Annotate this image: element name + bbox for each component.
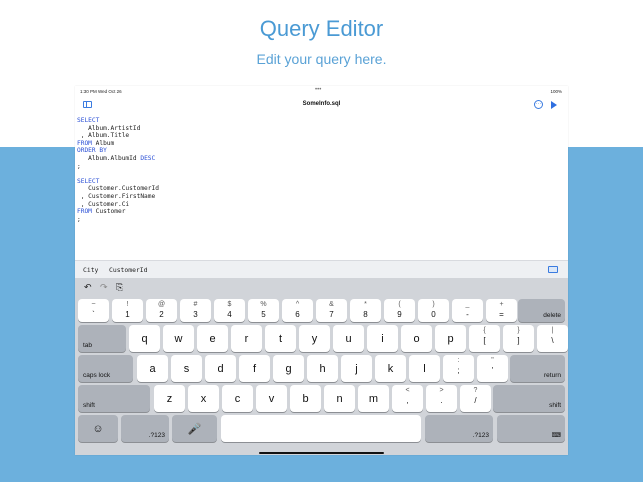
marketing-subline: Edit your query here. xyxy=(256,51,387,67)
key-5[interactable]: % 5 xyxy=(248,299,279,322)
emoji-key[interactable]: ☺ xyxy=(78,415,118,442)
nav-bar: SomeInfo.sql ··· xyxy=(75,97,568,113)
microphone-key[interactable]: 🎤 xyxy=(172,415,217,442)
status-bar: 1:30 PM Wed Oct 26 ••• 100% xyxy=(75,86,568,96)
undo-icon[interactable]: ↶ xyxy=(84,282,92,293)
key-\[interactable]: | \ xyxy=(537,325,568,352)
battery-indicator: 100% xyxy=(550,89,562,94)
key-.[interactable]: >. xyxy=(426,385,457,412)
code-line[interactable]: Customer.CustomerId xyxy=(77,185,557,193)
suggestion-customerid[interactable]: CustomerId xyxy=(109,266,147,274)
key-w[interactable]: w xyxy=(163,325,194,352)
shift-left-key[interactable]: shift xyxy=(78,385,150,412)
key-z[interactable]: z xyxy=(154,385,185,412)
keyboard-icon[interactable] xyxy=(548,266,558,273)
key-v[interactable]: v xyxy=(256,385,287,412)
key-0[interactable]: ) 0 xyxy=(418,299,449,322)
code-line[interactable]: , Album.Title xyxy=(77,132,557,140)
marketing-headline: Query Editor xyxy=(259,16,384,41)
key-][interactable]: }] xyxy=(503,325,534,352)
key-h[interactable]: h xyxy=(307,355,338,382)
suggestion-city[interactable]: City xyxy=(83,266,98,274)
key-4[interactable]: $4 xyxy=(214,299,245,322)
key-6[interactable]: ^ 6 xyxy=(282,299,313,322)
code-line[interactable]: ; xyxy=(77,163,557,171)
code-line[interactable]: ; xyxy=(77,216,557,224)
code-line[interactable]: SELECT xyxy=(77,117,557,125)
autocomplete-bar: City CustomerId xyxy=(75,260,568,278)
key-p[interactable]: p xyxy=(435,325,466,352)
key-'[interactable]: " ' xyxy=(477,355,508,382)
keyboard-toolbar: ↶ ↷ ⎘ xyxy=(75,278,568,298)
code-line[interactable] xyxy=(77,170,557,178)
space-key[interactable] xyxy=(221,415,421,442)
key-c[interactable]: c xyxy=(222,385,253,412)
numbers-left-key[interactable]: .?123 xyxy=(121,415,169,442)
key-n[interactable]: n xyxy=(324,385,355,412)
key-8[interactable]: * 8 xyxy=(350,299,381,322)
multitasking-dots[interactable]: ••• xyxy=(315,87,321,93)
code-line[interactable]: SELECT xyxy=(77,178,557,186)
key-t[interactable]: t xyxy=(265,325,296,352)
key-i[interactable]: i xyxy=(367,325,398,352)
key-j[interactable]: j xyxy=(341,355,372,382)
code-line[interactable]: , Customer.Ci xyxy=(77,201,557,209)
key-3[interactable]: #3 xyxy=(180,299,211,322)
key-q[interactable]: q xyxy=(129,325,160,352)
dismiss-keyboard-key[interactable]: ⌨ xyxy=(497,415,565,442)
key-[[interactable]: {[ xyxy=(469,325,500,352)
device-screen: 1:30 PM Wed Oct 26 ••• 100% SomeInfo.sql… xyxy=(75,86,568,455)
ellipsis-circle-icon[interactable]: ··· xyxy=(534,100,543,109)
code-line[interactable]: , Customer.FirstName xyxy=(77,193,557,201)
software-keyboard: ↶ ↷ ⎘ ~ `! 1 @2 #3 $4% 5 ^ 6 & 7 * 8(9) 0 _ - + = delete ta… xyxy=(75,278,568,455)
sql-editor[interactable]: SELECT Album.ArtistId , Album.Title FROM … xyxy=(77,117,557,223)
numbers-right-key[interactable]: .?123 xyxy=(425,415,493,442)
key-f[interactable]: f xyxy=(239,355,270,382)
key-/[interactable]: ? / xyxy=(460,385,491,412)
key-9[interactable]: (9 xyxy=(384,299,415,322)
code-line[interactable]: Album.ArtistId xyxy=(77,125,557,133)
code-line[interactable]: FROM Album xyxy=(77,140,557,148)
screenshot-root: Query Editor Edit your query here. 1:30 … xyxy=(0,0,643,482)
key-l[interactable]: l xyxy=(409,355,440,382)
return-key[interactable]: return xyxy=(510,355,565,382)
key-2[interactable]: @2 xyxy=(146,299,177,322)
key-e[interactable]: e xyxy=(197,325,228,352)
tab-key[interactable]: tab xyxy=(78,325,126,352)
key-g[interactable]: g xyxy=(273,355,304,382)
key-,[interactable]: <, xyxy=(392,385,423,412)
code-line[interactable]: FROM Customer xyxy=(77,208,557,216)
key-x[interactable]: x xyxy=(188,385,219,412)
key-m[interactable]: m xyxy=(358,385,389,412)
document-title: SomeInfo.sql xyxy=(302,101,341,107)
code-line[interactable]: Album.AlbumId DESC xyxy=(77,155,557,163)
redo-icon[interactable]: ↷ xyxy=(100,282,108,293)
key-1[interactable]: ! 1 xyxy=(112,299,143,322)
key-y[interactable]: y xyxy=(299,325,330,352)
delete-key[interactable]: delete xyxy=(518,299,565,322)
paste-icon[interactable]: ⎘ xyxy=(116,282,123,293)
caps-lock-key[interactable]: caps lock xyxy=(78,355,133,382)
key--[interactable]: _ - xyxy=(452,299,483,322)
status-time: 1:30 PM Wed Oct 26 xyxy=(80,89,122,94)
key-u[interactable]: u xyxy=(333,325,364,352)
key-;[interactable]: :; xyxy=(443,355,474,382)
key-r[interactable]: r xyxy=(231,325,262,352)
key-a[interactable]: a xyxy=(137,355,168,382)
key-=[interactable]: + = xyxy=(486,299,517,322)
key-d[interactable]: d xyxy=(205,355,236,382)
key-k[interactable]: k xyxy=(375,355,406,382)
play-icon[interactable] xyxy=(551,101,557,109)
shift-right-key[interactable]: shift xyxy=(493,385,565,412)
key-o[interactable]: o xyxy=(401,325,432,352)
home-indicator xyxy=(259,452,384,454)
key-`[interactable]: ~ ` xyxy=(78,299,109,322)
key-b[interactable]: b xyxy=(290,385,321,412)
key-s[interactable]: s xyxy=(171,355,202,382)
code-line[interactable]: ORDER BY xyxy=(77,147,557,155)
key-7[interactable]: & 7 xyxy=(316,299,347,322)
